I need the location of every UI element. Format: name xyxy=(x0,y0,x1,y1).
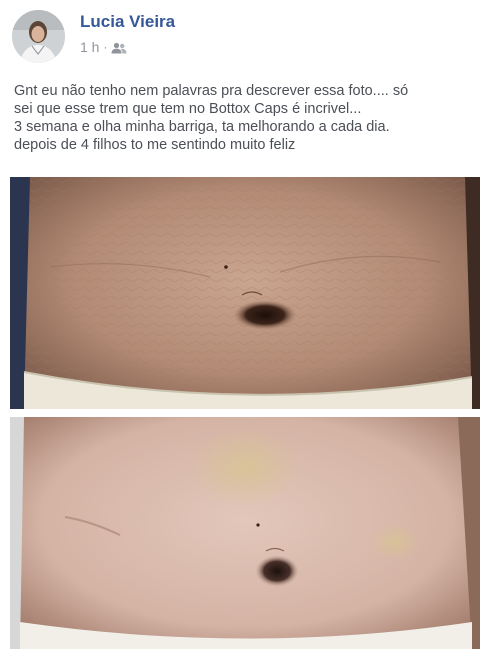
facebook-post: Lucia Vieira 1 h · Gnt eu não tenho nem … xyxy=(0,0,490,657)
post-text: Gnt eu não tenho nem palavras pra descre… xyxy=(14,82,480,154)
post-meta: 1 h · xyxy=(80,38,127,56)
post-text-line: Gnt eu não tenho nem palavras pra descre… xyxy=(14,83,409,99)
before-photo[interactable] xyxy=(10,177,480,409)
post-text-line: 3 semana e olha minha barriga, ta melhor… xyxy=(14,119,390,135)
profile-photo-icon xyxy=(12,10,65,63)
meta-separator: · xyxy=(103,40,108,54)
post-timestamp[interactable]: 1 h xyxy=(80,39,99,55)
author-name-link[interactable]: Lucia Vieira xyxy=(80,12,175,32)
post-text-line: depois de 4 filhos to me sentindo muito … xyxy=(14,137,296,153)
post-text-line: sei que esse trem que tem no Bottox Caps… xyxy=(14,101,362,117)
after-photo[interactable] xyxy=(10,417,480,649)
friends-icon[interactable] xyxy=(111,41,127,54)
avatar[interactable] xyxy=(12,10,65,63)
